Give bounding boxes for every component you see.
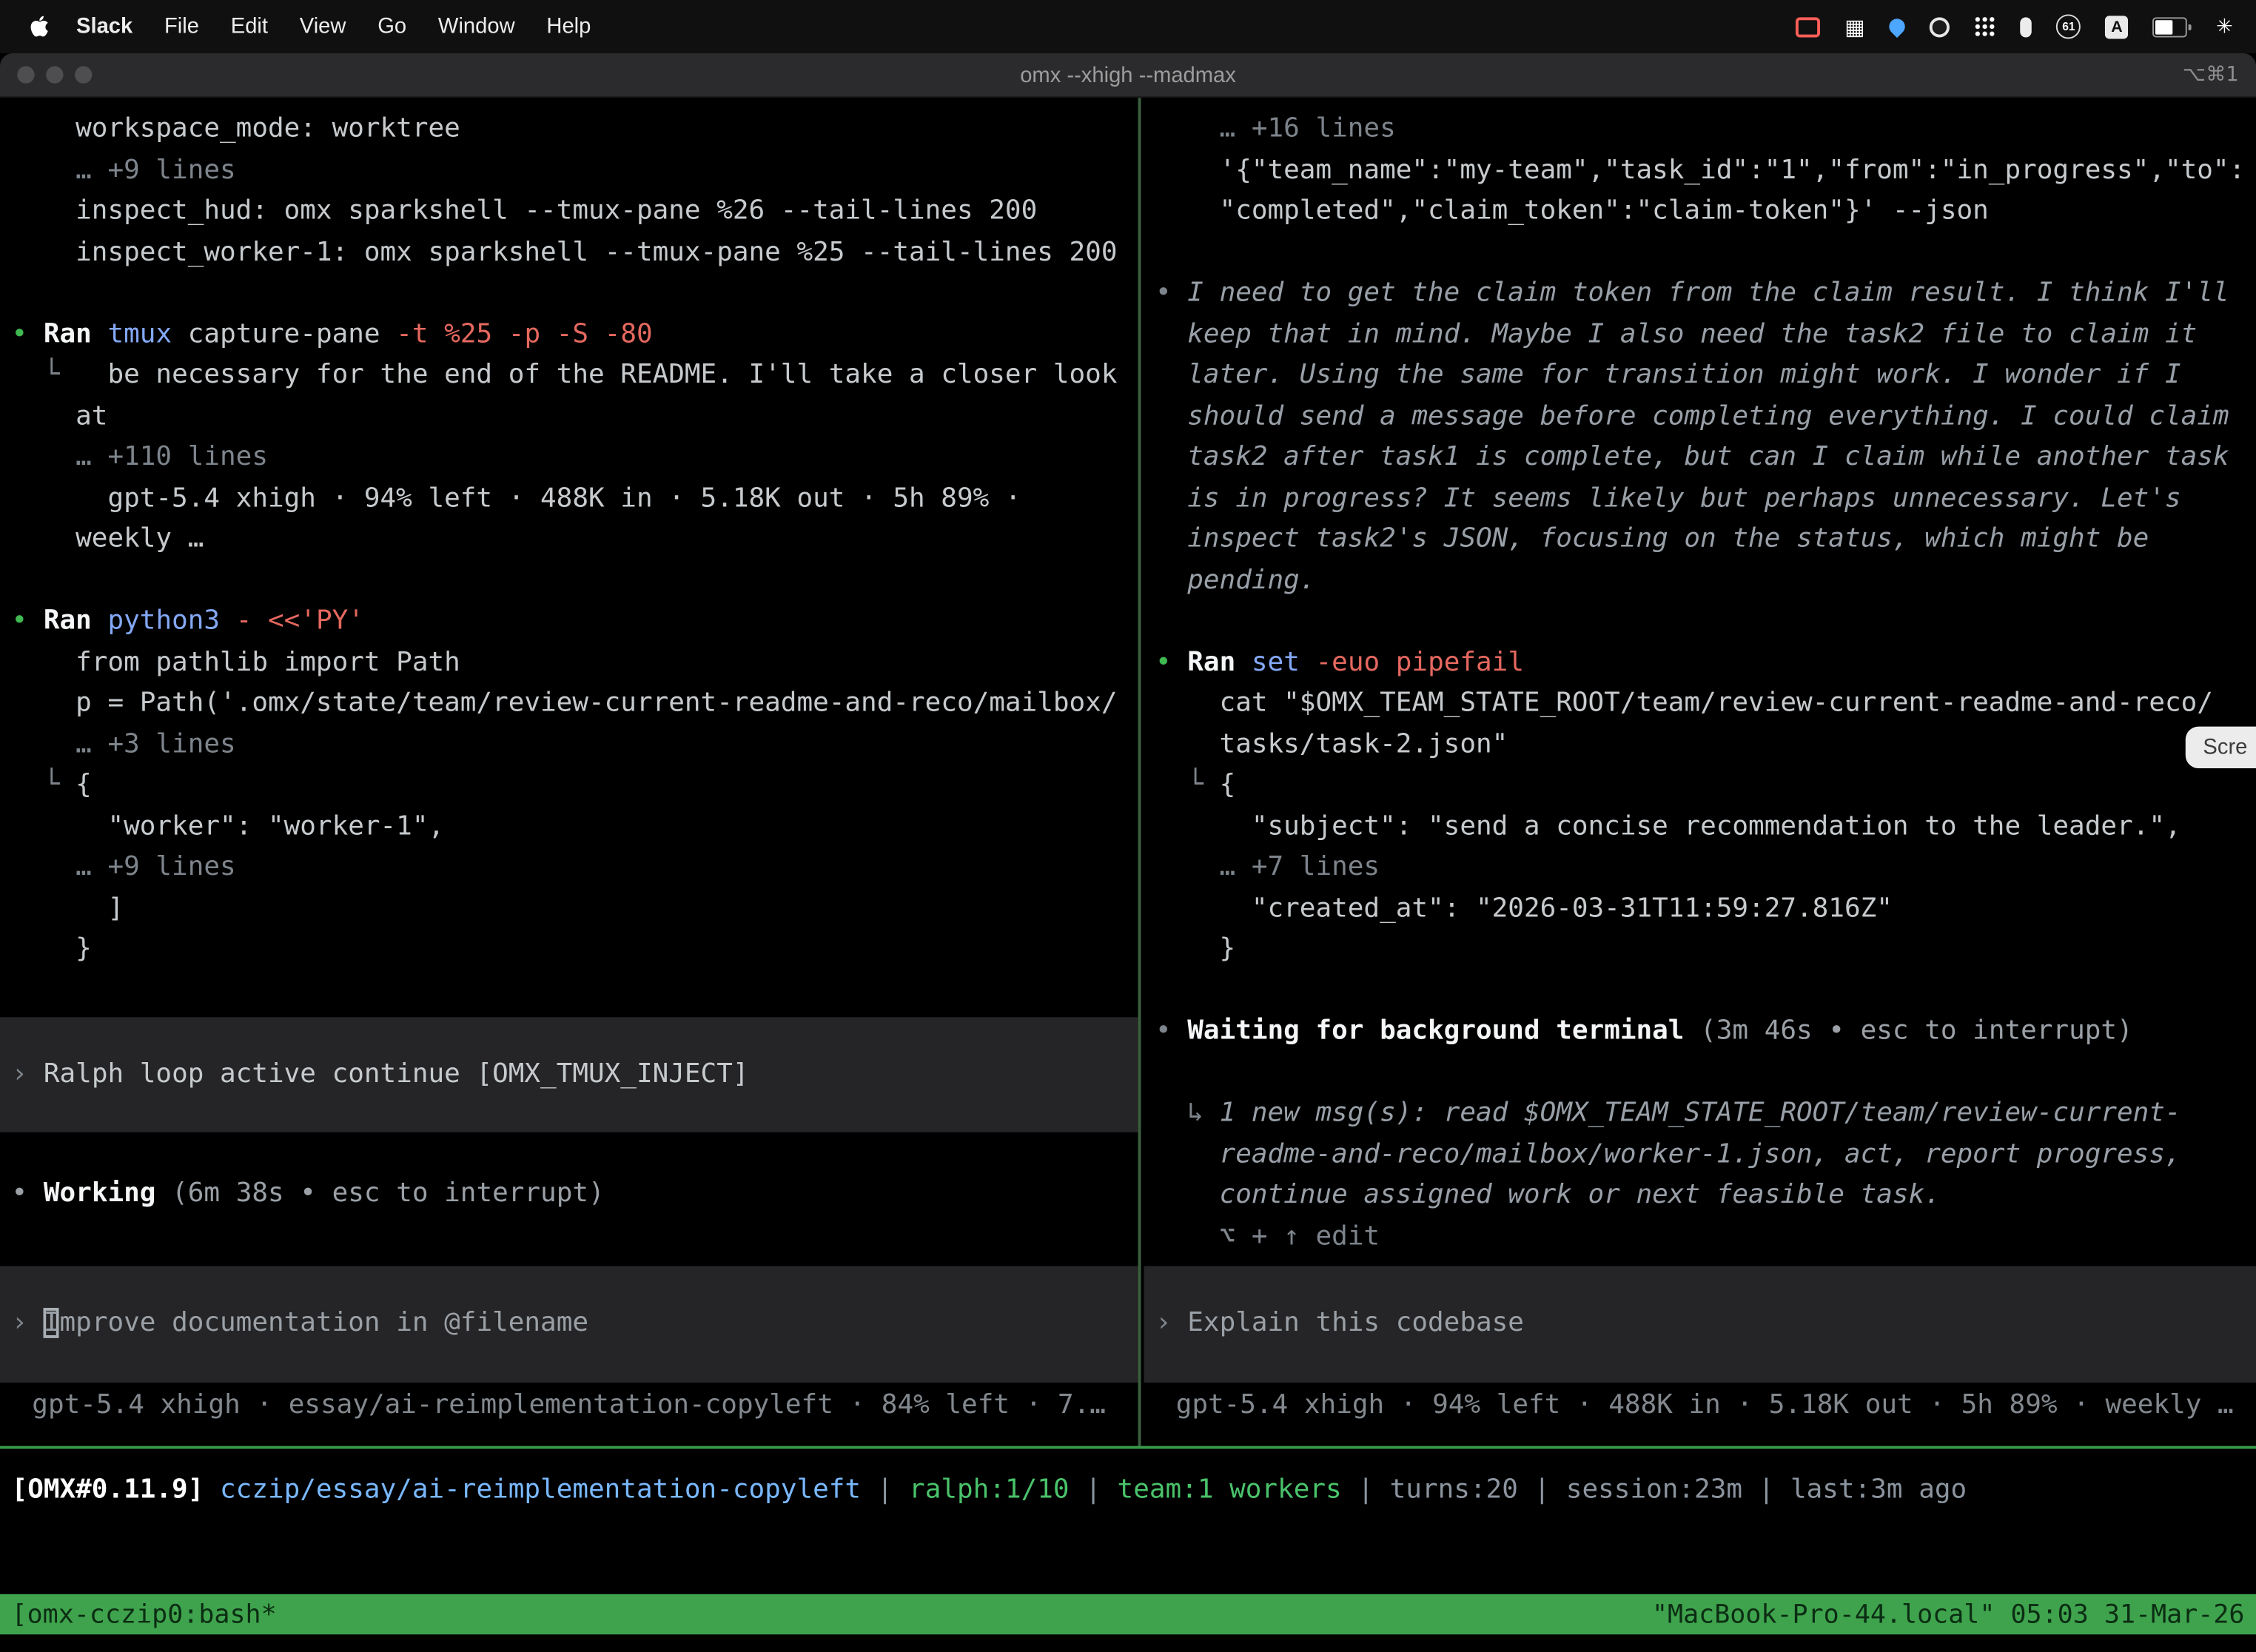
- tmux-panes: workspace_mode: worktree … +9 lines insp…: [0, 98, 2256, 1448]
- terminal-line: … +9 lines: [12, 150, 1138, 191]
- terminal-line: [1155, 1052, 2256, 1093]
- waiting-status-line: • Waiting for background terminal (3m 46…: [1155, 1012, 2256, 1052]
- terminal-line: }: [12, 930, 1138, 970]
- pane-left-status-line: gpt-5.4 xhigh · essay/ai-reimplementatio…: [0, 1386, 1138, 1426]
- terminal-line: gpt-5.4 xhigh · 94% left · 488K in · 5.1…: [12, 478, 1138, 519]
- input-source-icon[interactable]: A: [2105, 13, 2128, 41]
- terminal-line: is in progress? It seems likely but perh…: [1155, 478, 2256, 519]
- traffic-lights: [17, 66, 92, 83]
- terminal-line: [12, 273, 1138, 314]
- terminal-line: at: [12, 397, 1138, 437]
- apple-menu-icon[interactable]: [29, 14, 49, 38]
- fan-icon[interactable]: ✳: [2216, 13, 2233, 41]
- terminal-line: [12, 560, 1138, 601]
- terminal-line: cat "$OMX_TEAM_STATE_ROOT/team/review-cu…: [1155, 683, 2256, 724]
- terminal-window: omx --xhigh --madmax ⌥⌘1 workspace_mode:…: [0, 53, 2256, 1652]
- menu-items: FileEditViewGoWindowHelp: [149, 14, 607, 38]
- app-grid-icon[interactable]: [1975, 13, 1996, 41]
- terminal-line: inspect task2's JSON, focusing on the st…: [1155, 520, 2256, 560]
- terminal-line: readme-and-reco/mailbox/worker-1.json, a…: [1155, 1135, 2256, 1175]
- menu-app-name[interactable]: Slack: [61, 14, 149, 38]
- terminal-line: inspect_worker-1: omx sparkshell --tmux-…: [12, 232, 1138, 273]
- terminal-line: "worker": "worker-1",: [12, 807, 1138, 847]
- terminal-line: "completed","claim_token":"claim-token"}…: [1155, 192, 2256, 232]
- terminal-line: [1155, 602, 2256, 642]
- pane-right-status-line: gpt-5.4 xhigh · 94% left · 488K in · 5.1…: [1144, 1386, 2256, 1426]
- thinking-line: • I need to get the claim token from the…: [1155, 273, 2256, 314]
- terminal-line: "created_at": "2026-03-31T11:59:27.816Z": [1155, 888, 2256, 929]
- ran-tmux-capture-line: • Ran tmux capture-pane -t %25 -p -S -80: [12, 315, 1138, 355]
- terminal-line: pending.: [1155, 560, 2256, 601]
- window-titlebar[interactable]: omx --xhigh --madmax ⌥⌘1: [0, 53, 2256, 98]
- ran-set-pipefail-line: • Ran set -euo pipefail: [1155, 642, 2256, 683]
- terminal-line: continue assigned work or next feasible …: [1155, 1175, 2256, 1216]
- terminal-line: └ be necessary for the end of the README…: [12, 355, 1138, 396]
- grid-icon[interactable]: ▦: [1844, 13, 1865, 41]
- terminal-line: keep that in mind. Maybe I also need the…: [1155, 315, 2256, 355]
- prompt-input-right[interactable]: › Explain this codebase: [1144, 1266, 2256, 1382]
- terminal-line: workspace_mode: worktree: [12, 110, 1138, 150]
- menu-bar: Slack FileEditViewGoWindowHelp ▦ 61 A ✳: [0, 0, 2256, 53]
- close-button[interactable]: [17, 66, 34, 83]
- disc-icon[interactable]: [1930, 13, 1950, 41]
- terminal-line: … +3 lines: [12, 725, 1138, 765]
- minimize-button[interactable]: [46, 66, 63, 83]
- terminal-line: }: [1155, 930, 2256, 970]
- menu-view[interactable]: View: [283, 14, 361, 38]
- menu-help[interactable]: Help: [531, 14, 607, 38]
- terminal-line: inspect_hud: omx sparkshell --tmux-pane …: [12, 192, 1138, 232]
- terminal-pane-right[interactable]: … +16 lines '{"team_name":"my-team","tas…: [1144, 98, 2256, 1446]
- ran-python3-line: • Ran python3 - <<'PY': [12, 602, 1138, 642]
- window-shortcut-hint: ⌥⌘1: [2183, 64, 2239, 87]
- working-status-line: • Working (6m 38s • esc to interrupt): [12, 1173, 1138, 1214]
- pill-icon[interactable]: [2021, 13, 2032, 41]
- tmux-status-bar: [omx-cczip0:bash* "MacBook-Pro-44.local"…: [0, 1594, 2256, 1634]
- battery-icon[interactable]: [2153, 13, 2192, 41]
- menu-window[interactable]: Window: [423, 14, 531, 38]
- terminal-line: ↳ 1 new msg(s): read $OMX_TEAM_STATE_ROO…: [1155, 1093, 2256, 1134]
- menu-edit[interactable]: Edit: [215, 14, 283, 38]
- terminal-line: └ {: [1155, 765, 2256, 806]
- terminal-line: └ {: [12, 765, 1138, 806]
- terminal-line: … +110 lines: [12, 437, 1138, 478]
- pane-right-scrollback: … +16 lines '{"team_name":"my-team","tas…: [1155, 110, 2256, 1258]
- terminal-line: [12, 1132, 1138, 1173]
- screen: Slack FileEditViewGoWindowHelp ▦ 61 A ✳ …: [0, 0, 2256, 1652]
- terminal-line: … +9 lines: [12, 847, 1138, 888]
- ralph-loop-message: › Ralph loop active continue [OMX_TMUX_I…: [0, 1016, 1138, 1132]
- terminal-line: … +7 lines: [1155, 847, 2256, 888]
- terminal-pane-left[interactable]: workspace_mode: worktree … +9 lines insp…: [0, 98, 1141, 1446]
- terminal-line: should send a message before completing …: [1155, 397, 2256, 437]
- menu-go[interactable]: Go: [362, 14, 423, 38]
- prompt-input-left[interactable]: › Improve documentation in @filename: [0, 1266, 1138, 1382]
- terminal-line: ]: [12, 888, 1138, 929]
- terminal-line: "subject": "send a concise recommendatio…: [1155, 807, 2256, 847]
- gauge-icon[interactable]: 61: [2056, 13, 2081, 41]
- terminal-line: from pathlib import Path: [12, 642, 1138, 683]
- terminal-line: later. Using the same for transition mig…: [1155, 355, 2256, 396]
- terminal-line: p = Path('.omx/state/team/review-current…: [12, 683, 1138, 724]
- terminal-line: weekly …: [12, 520, 1138, 560]
- terminal-line: '{"team_name":"my-team","task_id":"1","f…: [1155, 150, 2256, 191]
- terminal-line: [1155, 232, 2256, 273]
- menu-file[interactable]: File: [149, 14, 215, 38]
- tmux-host-clock-label: "MacBook-Pro-44.local" 05:03 31-Mar-26: [1652, 1599, 2245, 1630]
- recording-indicator-icon[interactable]: [1796, 13, 1820, 41]
- terminal-line: [1155, 970, 2256, 1011]
- pane-left-scrollback: workspace_mode: worktree … +9 lines insp…: [12, 110, 1138, 1215]
- menu-status-icons: ▦ 61 A ✳: [1796, 13, 2241, 41]
- window-title: omx --xhigh --madmax: [1020, 63, 1236, 87]
- screen-notification[interactable]: Scre: [2186, 727, 2256, 768]
- omx-status-line: [OMX#0.11.9] cczip/essay/ai-reimplementa…: [12, 1471, 2256, 1511]
- terminal-line: … +16 lines: [1155, 110, 2256, 150]
- terminal-line: task2 after task1 is complete, but can I…: [1155, 437, 2256, 478]
- drop-icon[interactable]: [1890, 13, 1905, 41]
- zoom-button[interactable]: [75, 66, 92, 83]
- terminal-line: tasks/task-2.json": [1155, 725, 2256, 765]
- tmux-session-label: [omx-cczip0:bash*: [12, 1599, 277, 1630]
- terminal-line: ⌥ + ↑ edit: [1155, 1217, 2256, 1258]
